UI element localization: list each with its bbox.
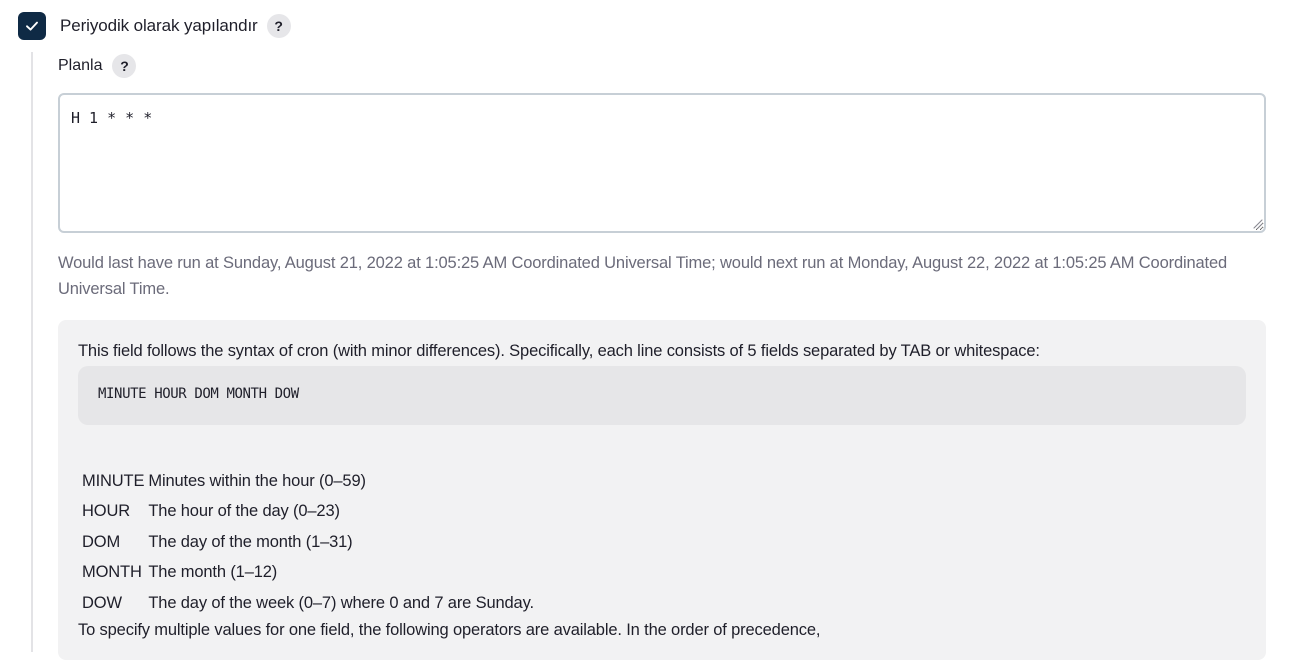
field-name: DOW (82, 593, 122, 612)
nested-section-indicator (31, 52, 33, 652)
field-name: MINUTE (82, 471, 145, 490)
cron-fields-table: MINUTE Minutes within the hour (0–59) HO… (82, 466, 534, 619)
schedule-label-row: Planla ? (58, 53, 137, 79)
field-description: Minutes within the hour (0–59) (148, 471, 366, 490)
schedule-help-button[interactable]: ? (112, 54, 137, 78)
field-name: MONTH (82, 563, 142, 582)
table-row: HOUR The hour of the day (0–23) (82, 497, 534, 528)
periodic-build-help-button[interactable]: ? (266, 14, 291, 38)
table-row: DOM The day of the month (1–31) (82, 527, 534, 558)
cron-syntax-code: MINUTE HOUR DOM MONTH DOW (78, 366, 1246, 425)
table-row: MINUTE Minutes within the hour (0–59) (82, 466, 534, 497)
field-name: HOUR (82, 502, 130, 521)
table-row: MONTH The month (1–12) (82, 558, 534, 589)
field-description: The hour of the day (0–23) (148, 502, 340, 521)
field-description: The day of the month (1–31) (148, 532, 353, 551)
schedule-next-run-info: Would last have run at Sunday, August 21… (58, 254, 1228, 298)
table-row: DOW The day of the week (0–7) where 0 an… (82, 588, 534, 619)
field-description: The month (1–12) (148, 563, 278, 582)
field-name: DOM (82, 532, 121, 551)
schedule-cron-input[interactable] (58, 93, 1266, 233)
schedule-help-panel: This field follows the syntax of cron (w… (58, 320, 1266, 660)
field-description: The day of the week (0–7) where 0 and 7 … (148, 593, 534, 612)
periodic-build-trigger: Periyodik olarak yapılandır ? (18, 12, 291, 40)
operators-intro-text: To specify multiple values for one field… (78, 621, 821, 639)
periodic-build-label[interactable]: Periyodik olarak yapılandır (60, 16, 258, 36)
periodic-build-checkbox[interactable] (18, 12, 46, 40)
help-intro-text: This field follows the syntax of cron (w… (78, 342, 1040, 360)
checkmark-icon (26, 21, 38, 31)
schedule-label: Planla (58, 57, 103, 74)
